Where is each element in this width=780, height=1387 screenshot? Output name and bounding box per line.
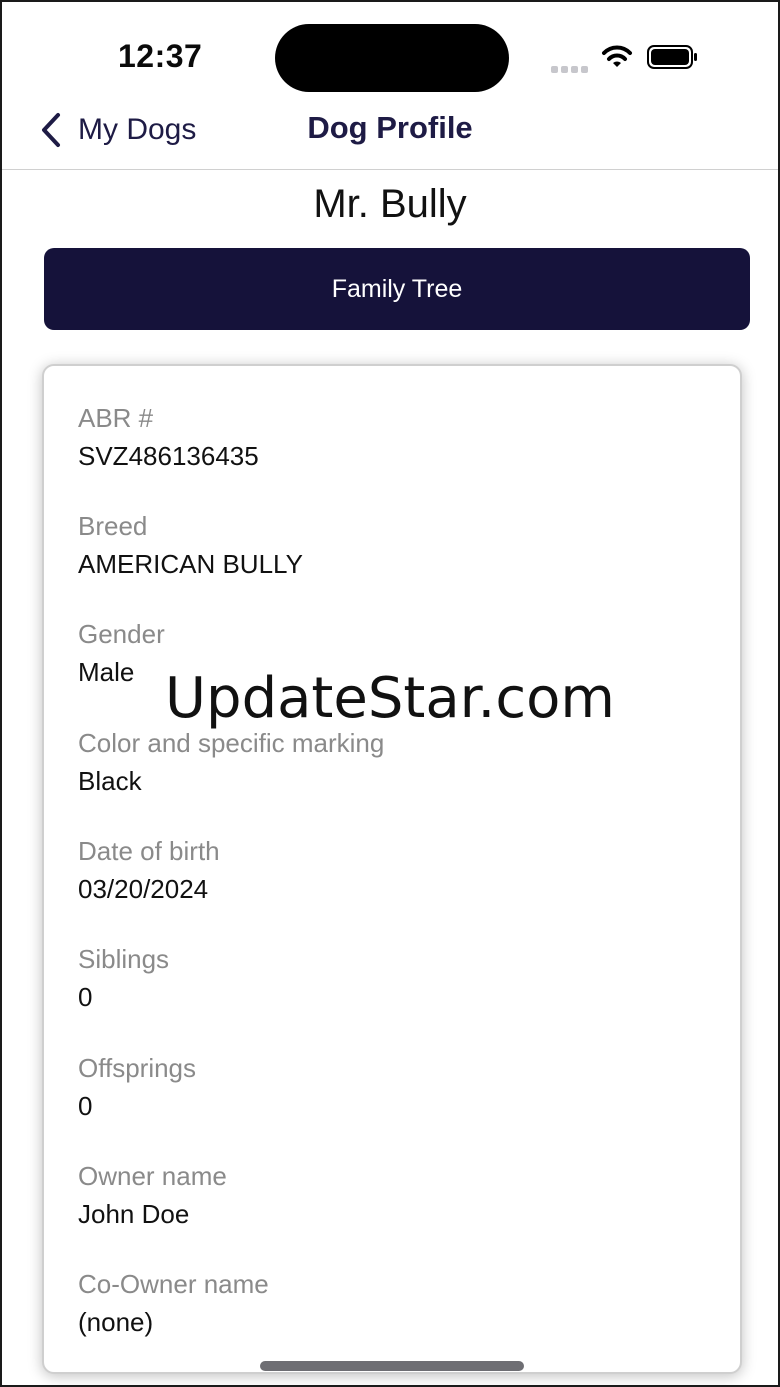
watermark: UpdateStar.com <box>165 666 615 731</box>
detail-value: Black <box>78 766 142 796</box>
detail-breed: Breed AMERICAN BULLY <box>78 510 303 580</box>
home-indicator <box>260 1361 524 1371</box>
detail-owner-name: Owner name John Doe <box>78 1160 227 1230</box>
detail-value: 0 <box>78 982 93 1012</box>
detail-label: Owner name <box>78 1161 227 1191</box>
detail-value: AMERICAN BULLY <box>78 549 303 579</box>
detail-label: Offsprings <box>78 1053 197 1083</box>
detail-label: Breed <box>78 511 148 541</box>
signal-icon <box>551 60 591 73</box>
detail-label: Siblings <box>78 944 170 974</box>
status-time: 12:37 <box>118 38 203 74</box>
detail-label: Gender <box>78 619 165 649</box>
detail-value: SVZ486136435 <box>78 441 259 471</box>
detail-value: John Doe <box>78 1199 190 1229</box>
wifi-icon <box>602 45 632 67</box>
family-tree-button[interactable]: Family Tree <box>44 248 750 330</box>
detail-label: ABR # <box>78 403 154 433</box>
detail-label: Co-Owner name <box>78 1269 269 1299</box>
detail-color: Color and specific marking Black <box>78 727 384 797</box>
detail-abr: ABR # SVZ486136435 <box>78 402 259 472</box>
detail-date-of-birth: Date of birth 03/20/2024 <box>78 835 220 905</box>
dog-name: Mr. Bully <box>313 182 467 226</box>
battery-icon <box>647 45 697 69</box>
detail-co-owner-name: Co-Owner name (none) <box>78 1268 269 1338</box>
detail-label: Date of birth <box>78 836 220 866</box>
navigation-bar: My Dogs Dog Profile <box>2 102 778 170</box>
status-bar: 12:37 <box>2 2 778 102</box>
dynamic-island <box>275 24 509 92</box>
app-screen: 12:37 My Dogs Dog Profile Mr. Bully Fami… <box>0 0 780 1387</box>
page-title: Dog Profile <box>307 110 473 145</box>
detail-value: 03/20/2024 <box>78 874 209 904</box>
detail-siblings: Siblings 0 <box>78 943 169 1013</box>
detail-label: Color and specific marking <box>78 728 385 758</box>
detail-offsprings: Offsprings 0 <box>78 1052 196 1122</box>
detail-value: (none) <box>78 1307 154 1337</box>
dog-details-card: ABR # SVZ486136435 Breed AMERICAN BULLY … <box>42 364 742 1374</box>
detail-value: 0 <box>78 1091 93 1121</box>
